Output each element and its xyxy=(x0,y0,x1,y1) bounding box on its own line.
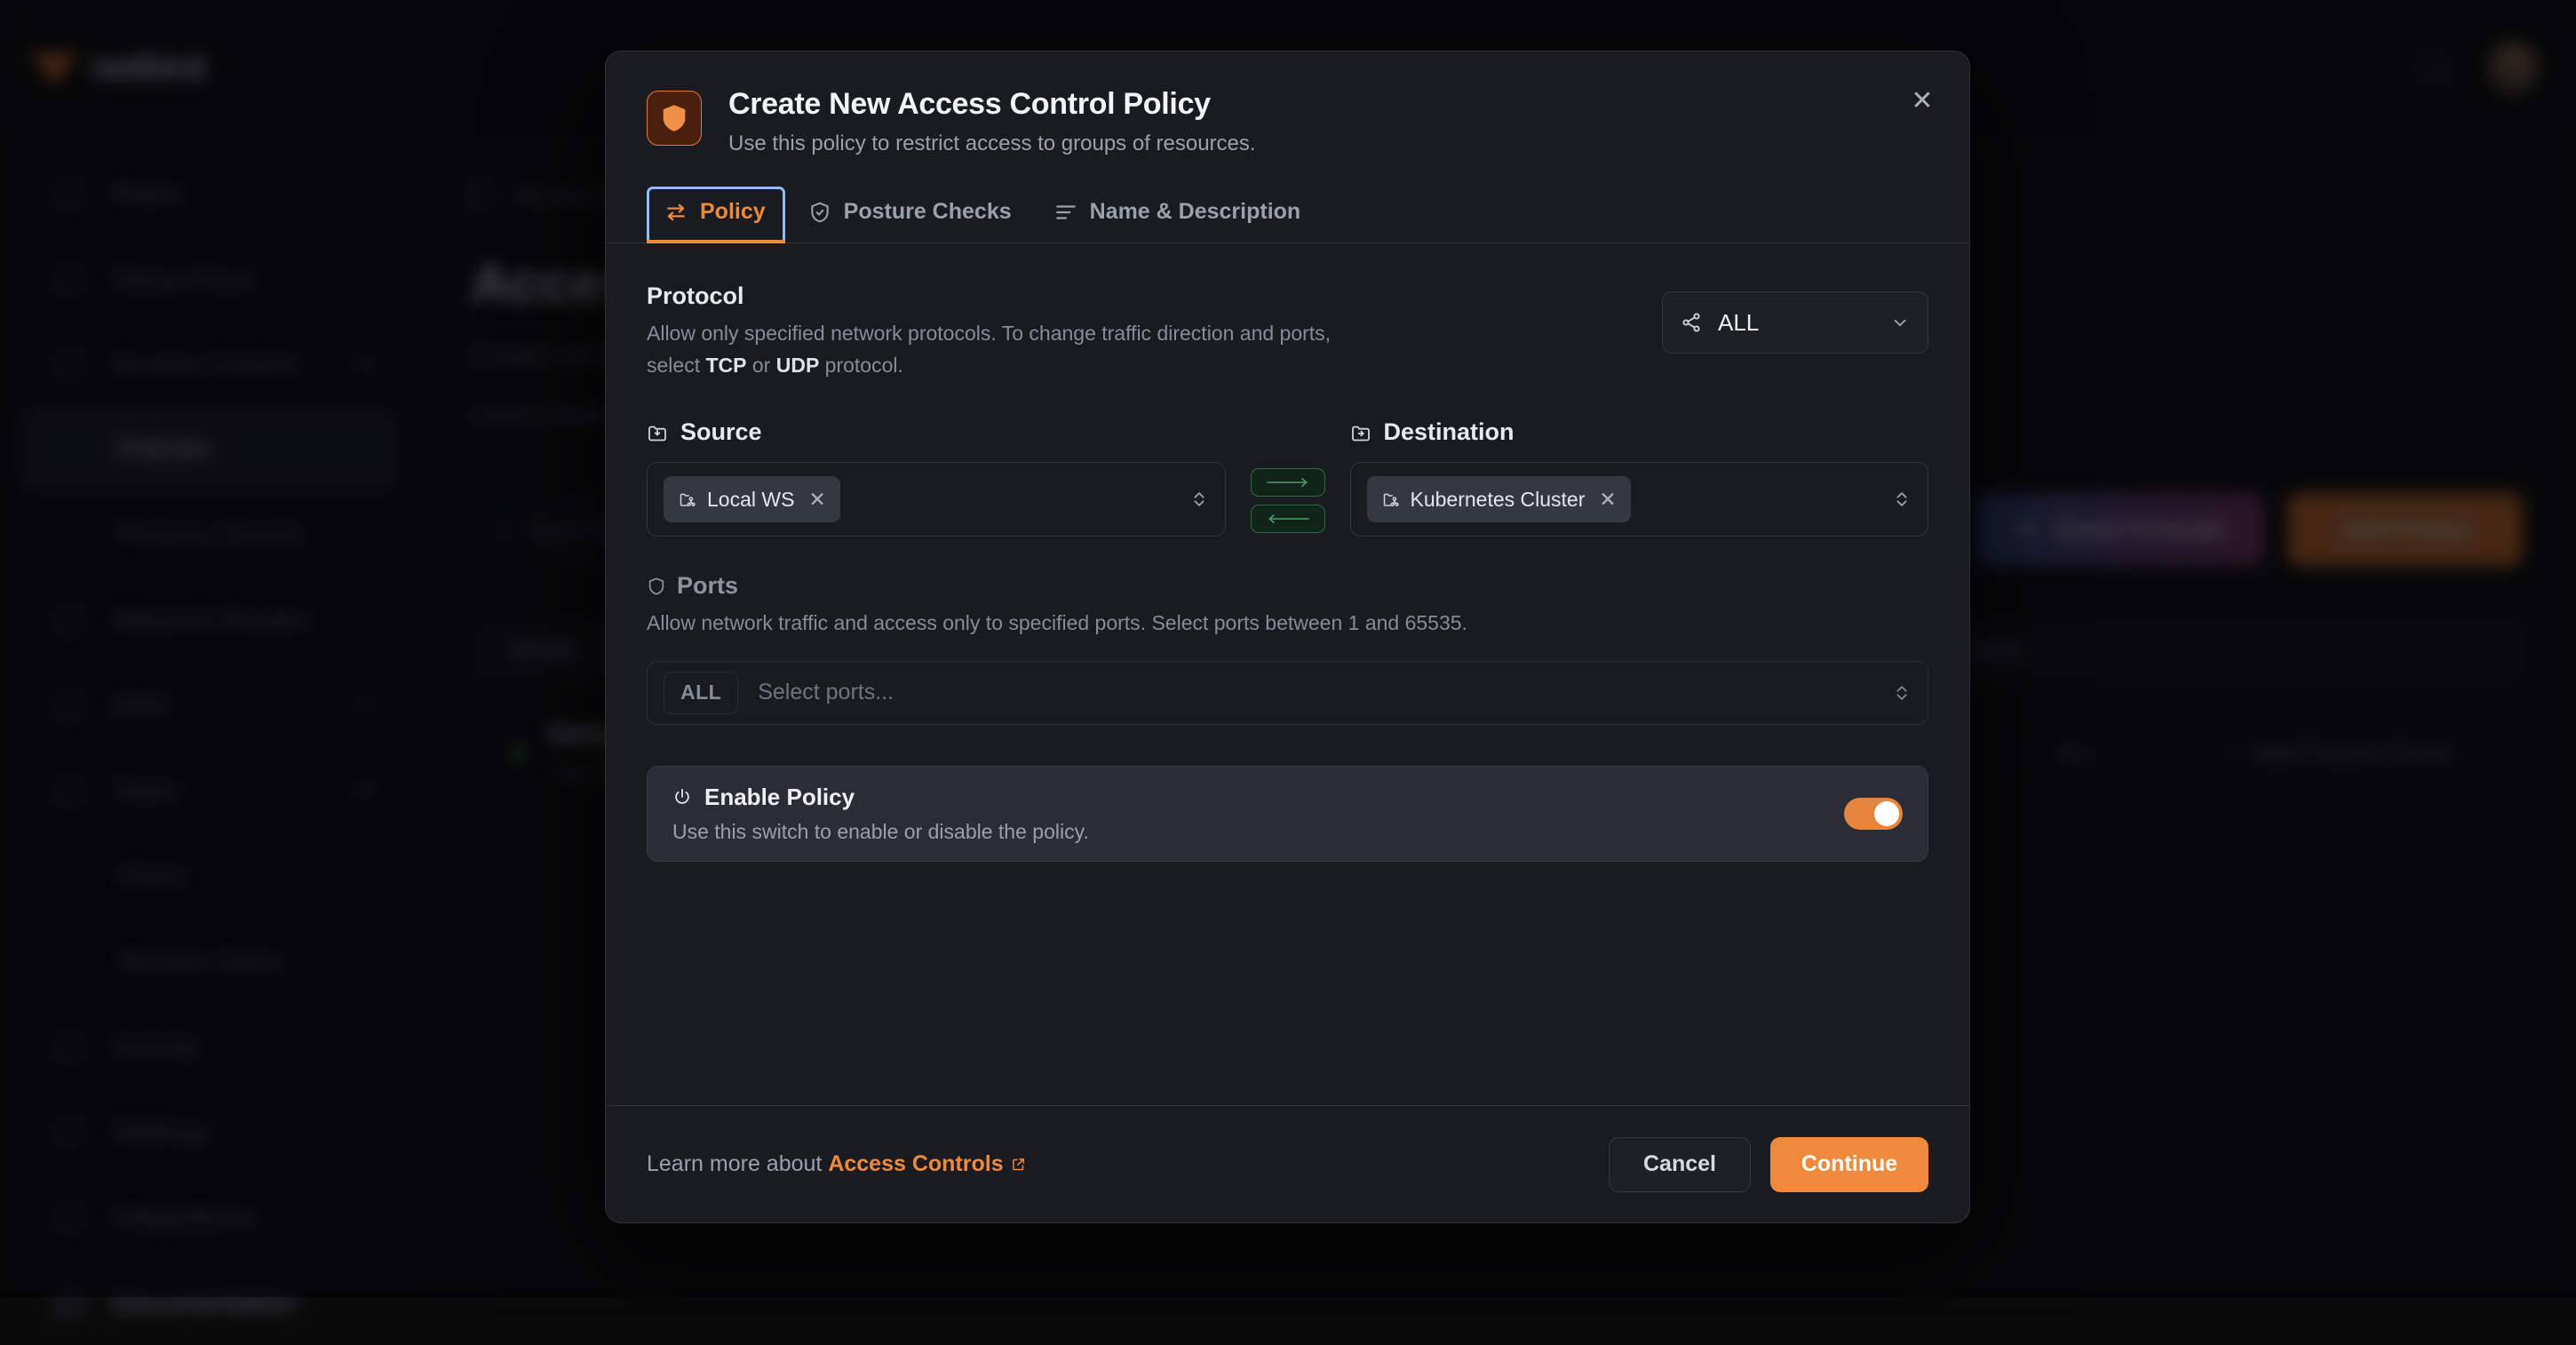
enable-policy-title: Enable Policy xyxy=(704,784,855,811)
modal-tabs: Policy Posture Checks Name & Descri xyxy=(647,187,1928,243)
enable-policy-title-row: Enable Policy xyxy=(672,784,1089,811)
source-destination-row: Source Local WS ✕ xyxy=(647,418,1928,537)
modal-footer: Learn more about Access Controls Cancel … xyxy=(606,1105,1969,1222)
shield-icon xyxy=(647,91,702,146)
tab-posture-checks-label: Posture Checks xyxy=(844,199,1012,225)
enable-policy-card: Enable Policy Use this switch to enable … xyxy=(647,766,1928,862)
ports-placeholder: Select ports... xyxy=(758,680,894,705)
group-icon xyxy=(1381,490,1400,509)
ports-description: Allow network traffic and access only to… xyxy=(647,608,1928,640)
learn-more-text: Learn more about Access Controls xyxy=(647,1151,1026,1177)
protocol-section: Protocol Allow only specified network pr… xyxy=(647,283,1928,381)
share-nodes-icon xyxy=(1681,312,1702,333)
tab-name-description[interactable]: Name & Description xyxy=(1037,187,1321,243)
enable-policy-toggle[interactable] xyxy=(1844,798,1903,830)
close-icon[interactable]: ✕ xyxy=(1902,80,1943,121)
create-policy-modal: ✕ Create New Access Control Policy Use t… xyxy=(605,51,1970,1223)
remove-chip-icon[interactable]: ✕ xyxy=(1599,488,1616,512)
protocol-selected-value: ALL xyxy=(1718,309,1759,337)
destination-select[interactable]: Kubernetes Cluster ✕ xyxy=(1350,462,1929,537)
folder-out-icon xyxy=(1350,422,1371,443)
enable-policy-description: Use this switch to enable or disable the… xyxy=(672,820,1089,844)
chevron-down-icon xyxy=(1890,313,1910,332)
ports-title: Ports xyxy=(677,572,738,600)
modal-description: Use this policy to restrict access to gr… xyxy=(728,131,1256,156)
folder-in-icon xyxy=(647,422,668,443)
shield-check-icon xyxy=(808,201,831,224)
chevron-up-down-icon xyxy=(1892,488,1912,511)
destination-label-row: Destination xyxy=(1350,418,1929,446)
source-label-row: Source xyxy=(647,418,1226,446)
ports-title-row: Ports xyxy=(647,572,1928,600)
page-title: Create New Access Control Policy xyxy=(728,87,1256,122)
ports-section: Ports Allow network traffic and access o… xyxy=(647,572,1928,725)
tab-name-description-label: Name & Description xyxy=(1090,199,1301,225)
chevron-up-down-icon xyxy=(1892,681,1912,704)
power-icon xyxy=(672,787,692,807)
access-controls-link[interactable]: Access Controls xyxy=(828,1151,1025,1177)
protocol-desc-tcp: TCP xyxy=(705,354,746,377)
modal-header: Create New Access Control Policy Use thi… xyxy=(606,52,1969,243)
access-controls-link-label: Access Controls xyxy=(828,1151,1003,1177)
remove-chip-icon[interactable]: ✕ xyxy=(808,488,825,512)
protocol-desc-part2: protocol. xyxy=(819,354,903,377)
destination-label: Destination xyxy=(1384,418,1515,446)
modal-body: Protocol Allow only specified network pr… xyxy=(606,243,1969,1105)
destination-chip-label: Kubernetes Cluster xyxy=(1411,488,1586,512)
learn-more-prefix: Learn more about xyxy=(647,1151,822,1176)
lines-icon xyxy=(1054,201,1077,224)
tab-policy-label: Policy xyxy=(700,199,766,225)
group-icon xyxy=(678,490,696,509)
transfer-icon xyxy=(664,201,688,224)
cancel-button[interactable]: Cancel xyxy=(1609,1137,1751,1192)
modal-title-block: Create New Access Control Policy Use thi… xyxy=(728,87,1256,156)
source-select[interactable]: Local WS ✕ xyxy=(647,462,1226,537)
source-block: Source Local WS ✕ xyxy=(647,418,1226,537)
source-chip-label: Local WS xyxy=(707,488,794,512)
footer-buttons: Cancel Continue xyxy=(1609,1137,1928,1192)
destination-block: Destination Kubernetes Cluster xyxy=(1350,418,1929,537)
protocol-select[interactable]: ALL xyxy=(1662,291,1928,354)
tab-posture-checks[interactable]: Posture Checks xyxy=(791,187,1031,243)
continue-button[interactable]: Continue xyxy=(1770,1137,1928,1192)
protocol-title: Protocol xyxy=(647,283,1348,310)
protocol-text-block: Protocol Allow only specified network pr… xyxy=(647,283,1348,381)
destination-chip[interactable]: Kubernetes Cluster ✕ xyxy=(1367,476,1631,522)
shield-outline-icon xyxy=(647,577,666,596)
protocol-desc-udp: UDP xyxy=(776,354,820,377)
protocol-desc-or: or xyxy=(746,354,775,377)
external-link-icon xyxy=(1011,1157,1026,1172)
tab-policy[interactable]: Policy xyxy=(647,187,785,243)
source-chip[interactable]: Local WS ✕ xyxy=(664,476,840,522)
direction-controls xyxy=(1226,468,1350,537)
direction-inbound-button[interactable] xyxy=(1251,505,1325,533)
direction-outbound-button[interactable] xyxy=(1251,468,1325,497)
enable-policy-text: Enable Policy Use this switch to enable … xyxy=(672,784,1089,844)
ports-select[interactable]: ALL Select ports... xyxy=(647,661,1928,725)
protocol-description: Allow only specified network protocols. … xyxy=(647,318,1348,381)
source-label: Source xyxy=(680,418,762,446)
chevron-up-down-icon xyxy=(1189,488,1209,511)
ports-protocol-badge: ALL xyxy=(664,672,738,714)
modal-header-row: Create New Access Control Policy Use thi… xyxy=(647,87,1928,156)
